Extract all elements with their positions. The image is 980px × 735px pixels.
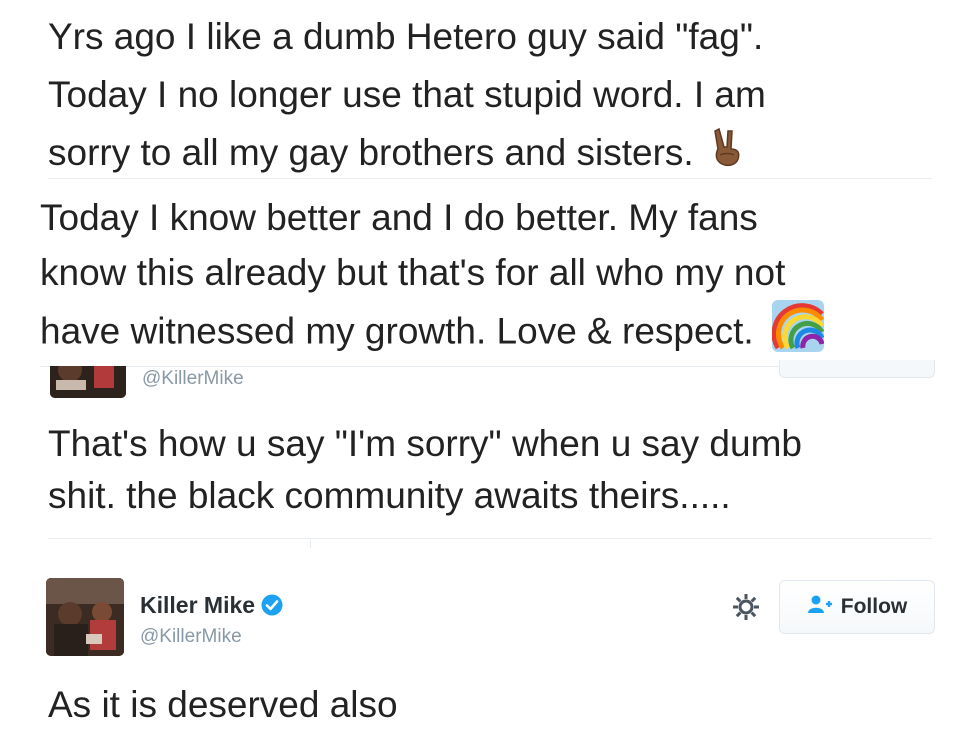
tweet-2-text: Today I know better and I do better. My … (40, 190, 825, 367)
victory-hand-emoji (712, 126, 742, 184)
follow-button-partial[interactable] (779, 360, 935, 378)
tweet-2-line-2: know this already but that's for all who… (40, 252, 786, 293)
separator-tick (310, 538, 311, 548)
tweet-2-line-1: Today I know better and I do better. My … (40, 197, 758, 238)
tweet-separator (48, 178, 932, 179)
verified-badge-icon (261, 594, 283, 622)
tweet-3-text: That's how u say "I'm sorry" when u say … (48, 418, 802, 522)
avatar[interactable] (50, 366, 126, 398)
follow-button[interactable]: Follow (779, 580, 935, 634)
author-name-text[interactable]: Killer Mike (140, 592, 255, 618)
tweet-3-line-1: That's how u say "I'm sorry" when u say … (48, 423, 802, 464)
tweet-3-line-2: shit. the black community awaits theirs.… (48, 475, 731, 516)
tweet-1-line-3: sorry to all my gay brothers and sisters… (48, 124, 766, 184)
tweet-1-text: Yrs ago I like a dumb Hetero guy said "f… (48, 8, 766, 184)
tweet-4-line-1: As it is deserved also (48, 684, 398, 725)
follow-button-label: Follow (840, 595, 908, 618)
tweet-separator (48, 538, 932, 539)
tweet-1-line-2: Today I no longer use that stupid word. … (48, 74, 766, 115)
tweet-2-line-3: have witnessed my growth. Love & respect… (40, 300, 825, 367)
author-name[interactable]: Killer Mike (140, 592, 283, 622)
avatar[interactable] (46, 578, 124, 656)
gear-icon[interactable] (731, 592, 761, 622)
add-user-icon (807, 594, 833, 620)
author-handle[interactable]: @KillerMike (140, 626, 242, 648)
tweet-3-handle[interactable]: @KillerMike (142, 368, 244, 390)
rainbow-emoji (771, 300, 825, 367)
tweet-1-line-1: Yrs ago I like a dumb Hetero guy said "f… (48, 16, 764, 57)
tweet-4-text: As it is deserved also (48, 680, 398, 730)
